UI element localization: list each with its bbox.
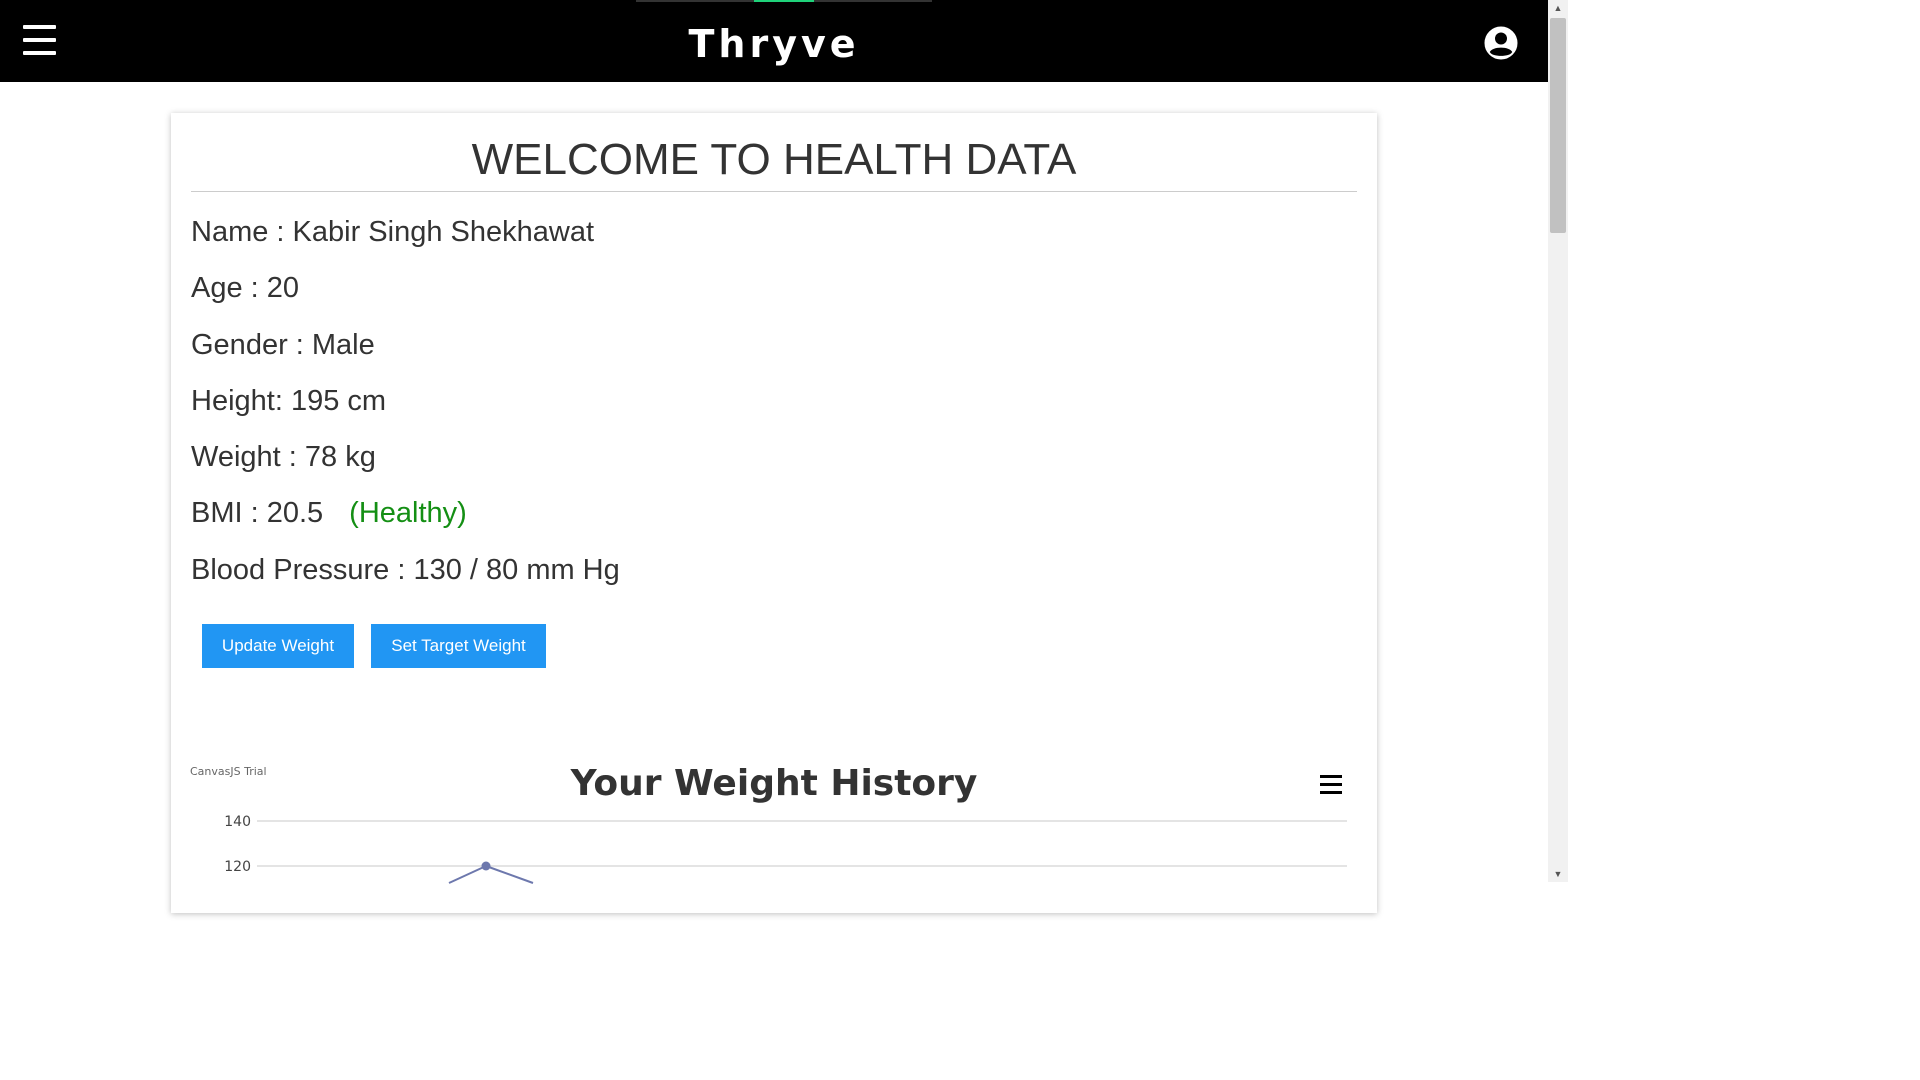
scroll-thumb[interactable] [1550, 18, 1566, 233]
user-account-icon[interactable] [1484, 26, 1518, 60]
top-navbar: Thryve [0, 0, 1548, 82]
bmi-value: BMI : 20.5 [191, 497, 324, 529]
set-target-weight-button[interactable]: Set Target Weight [371, 624, 546, 668]
scroll-down-icon[interactable]: ▼ [1548, 866, 1568, 882]
chart-title: Your Weight History [570, 763, 978, 804]
page-progress-bar [636, 0, 932, 2]
y-tick-label: 120 [224, 859, 251, 875]
bmi-status-badge: (Healthy) [349, 497, 467, 529]
scroll-up-icon[interactable]: ▲ [1548, 0, 1568, 16]
data-point[interactable] [481, 861, 491, 871]
chart-menu-icon[interactable] [1320, 775, 1342, 795]
gender-field: Gender : Male [191, 329, 375, 361]
height-field: Height: 195 cm [191, 385, 387, 417]
weight-history-chart: 140 120 CanvasJS Trial Your Weight Histor… [181, 753, 1367, 913]
y-tick-label: 140 [224, 814, 251, 830]
weight-field: Weight : 78 kg [191, 441, 376, 473]
name-field: Name : Kabir Singh Shekhawat [191, 216, 594, 248]
health-data-card: WELCOME TO HEALTH DATA Name : Kabir Sing… [171, 113, 1377, 913]
page-title: WELCOME TO HEALTH DATA [471, 135, 1077, 184]
age-field: Age : 20 [191, 272, 300, 304]
title-divider [191, 191, 1357, 192]
update-weight-button[interactable]: Update Weight [202, 624, 354, 668]
brand-logo[interactable]: Thryve [0, 22, 1548, 66]
bmi-row: BMI : 20.5 (Healthy) [191, 497, 467, 530]
series-line-segment [485, 865, 534, 884]
series-line-segment [448, 865, 487, 884]
blood-pressure-field: Blood Pressure : 130 / 80 mm Hg [191, 554, 620, 586]
page-scrollbar[interactable]: ▲ ▼ [1548, 0, 1568, 882]
